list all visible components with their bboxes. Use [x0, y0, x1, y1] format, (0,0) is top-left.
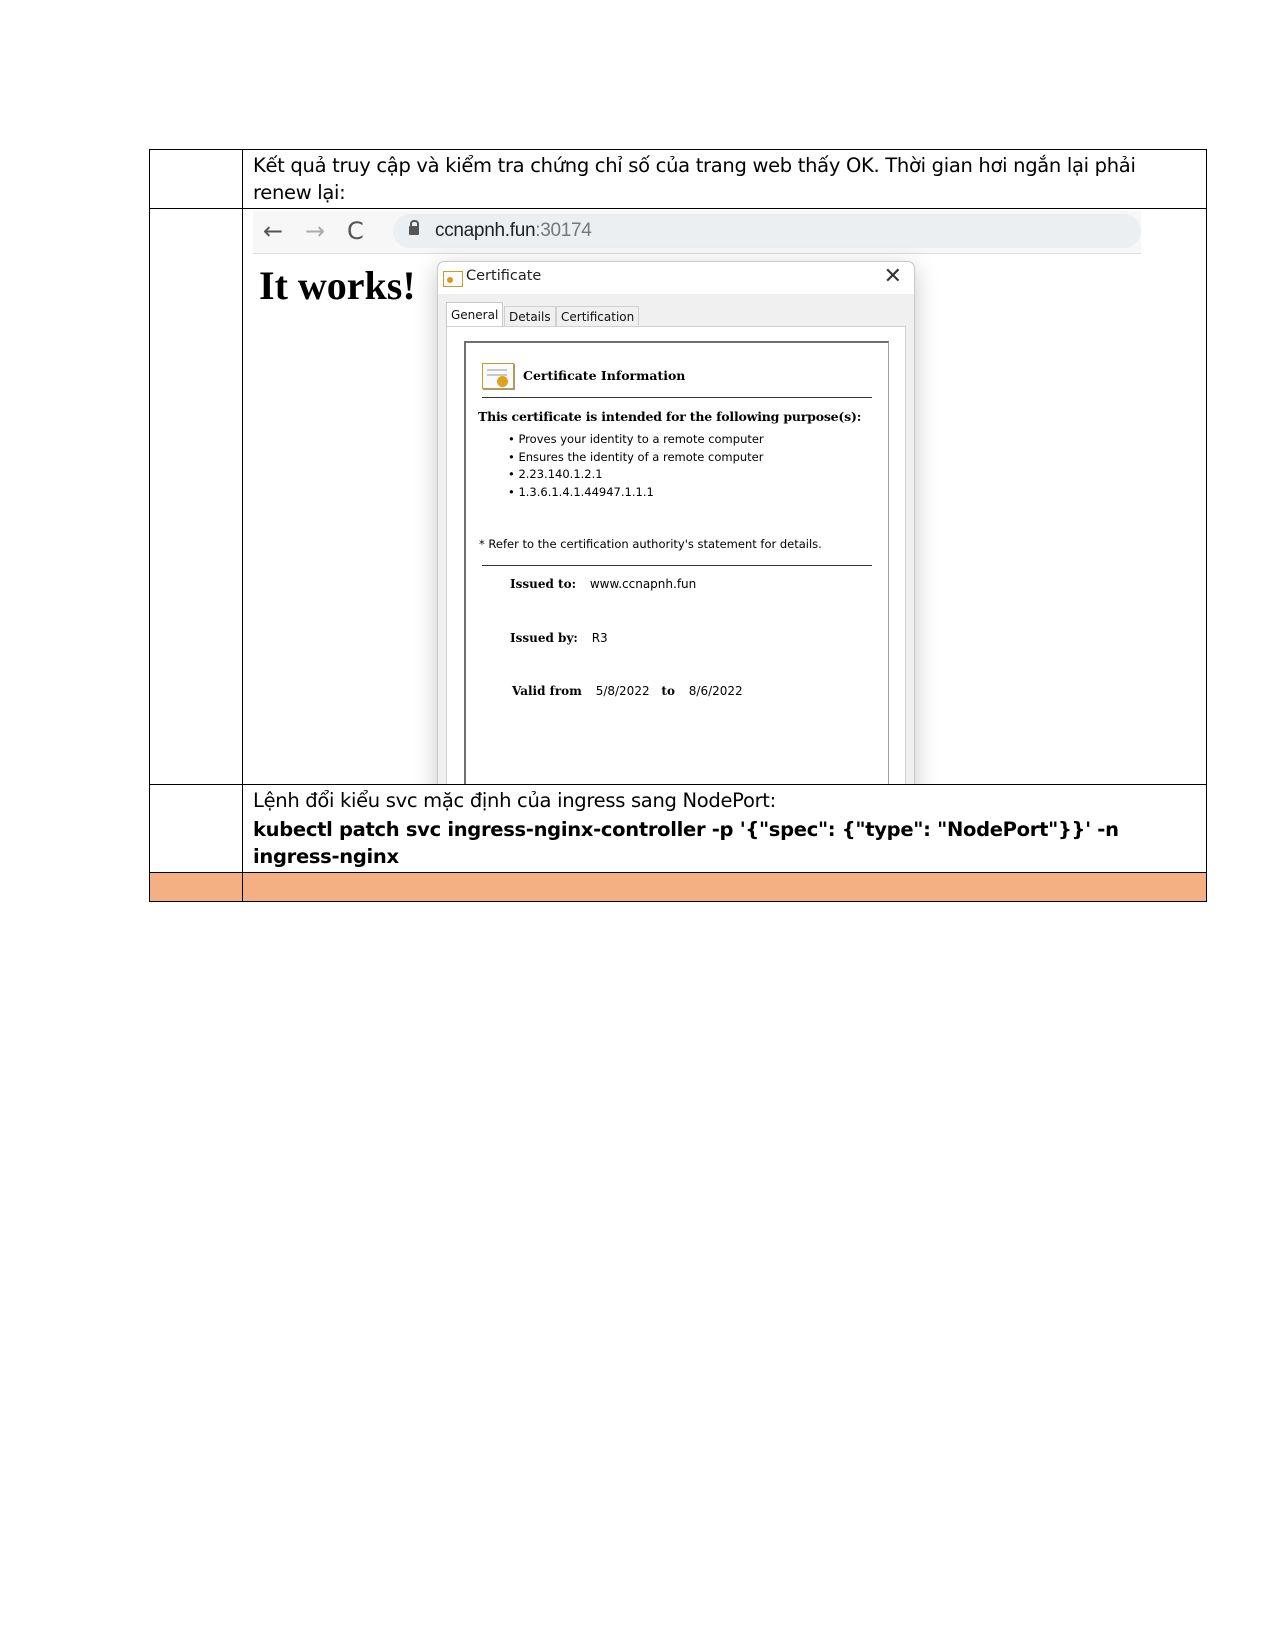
url-port: :30174 — [535, 220, 592, 241]
table-row: Kết quả truy cập và kiểm tra chứng chỉ s… — [149, 149, 1207, 209]
dialog-title: Certificate — [466, 268, 542, 284]
text-cell: Lệnh đổi kiểu svc mặc định của ingress s… — [242, 784, 1207, 873]
url-text[interactable]: ccnapnh.fun:30174 — [435, 220, 592, 242]
certificate-info-icon — [482, 363, 514, 389]
certificate-icon — [443, 271, 463, 287]
reload-icon[interactable]: C — [347, 217, 364, 245]
table-row: Lệnh đổi kiểu svc mặc định của ingress s… — [149, 784, 1207, 873]
list-item: Proves your identity to a remote compute… — [508, 431, 763, 449]
valid-from-label: Valid from — [512, 684, 582, 698]
table-row: ← → C ccnapnh.fun:30174 It works! Certif… — [149, 208, 1207, 785]
tab-details[interactable]: Details — [504, 306, 556, 327]
back-arrow-icon[interactable]: ← — [263, 217, 283, 245]
url-host: ccnapnh.fun — [435, 220, 536, 241]
validity-field: Valid from 5/8/2022 to 8/6/2022 — [512, 684, 743, 698]
close-icon[interactable]: ✕ — [884, 264, 902, 289]
tab-general[interactable]: General — [446, 302, 504, 327]
purpose-heading: This certificate is intended for the fol… — [478, 409, 862, 424]
general-tab-panel: Certificate Information This certificate… — [446, 326, 906, 784]
refer-note: * Refer to the certification authority's… — [479, 537, 822, 551]
highlight-cell — [242, 872, 1207, 902]
text-cell: Kết quả truy cập và kiểm tra chứng chỉ s… — [242, 149, 1207, 209]
certificate-dialog: Certificate ✕ General Details Certificat… — [437, 261, 915, 784]
empty-cell — [149, 784, 243, 873]
document-table: Kết quả truy cập và kiểm tra chứng chỉ s… — [149, 149, 1207, 902]
certificate-info-title: Certificate Information — [523, 368, 686, 383]
certificate-info-box: Certificate Information This certificate… — [464, 341, 889, 784]
issued-to-label: Issued to: — [510, 577, 577, 591]
valid-from-value: 5/8/2022 — [595, 684, 650, 698]
browser-screenshot: ← → C ccnapnh.fun:30174 It works! Certif… — [243, 209, 1206, 784]
issued-by-label: Issued by: — [510, 631, 578, 645]
page-heading: It works! — [259, 263, 416, 308]
issued-to-field: Issued to: www.ccnapnh.fun — [510, 577, 696, 591]
browser-toolbar: ← → C ccnapnh.fun:30174 — [253, 211, 1141, 254]
issued-by-value: R3 — [591, 631, 608, 645]
list-item: 2.23.140.1.2.1 — [508, 466, 764, 484]
address-bar[interactable]: ccnapnh.fun:30174 — [393, 214, 1141, 248]
result-paragraph: Kết quả truy cập và kiểm tra chứng chỉ s… — [253, 154, 1136, 204]
valid-to-value: 8/6/2022 — [688, 684, 743, 698]
tab-certification-path[interactable]: Certification Path — [556, 306, 640, 344]
highlight-cell — [149, 872, 243, 902]
empty-cell — [149, 208, 243, 785]
issued-to-value: www.ccnapnh.fun — [589, 577, 697, 591]
command-text: kubectl patch svc ingress-nginx-controll… — [253, 818, 1119, 868]
issued-by-field: Issued by: R3 — [510, 631, 608, 645]
purpose-list: Proves your identity to a remote compute… — [508, 431, 764, 502]
empty-cell — [149, 149, 243, 209]
list-item: 1.3.6.1.4.1.44947.1.1.1 — [508, 484, 764, 502]
divider — [482, 565, 872, 566]
list-item: Ensures the identity of a remote compute… — [508, 449, 764, 467]
divider — [482, 397, 872, 398]
dialog-titlebar: Certificate ✕ — [438, 262, 914, 294]
command-description: Lệnh đổi kiểu svc mặc định của ingress s… — [253, 789, 776, 812]
forward-arrow-icon[interactable]: → — [305, 217, 325, 245]
screenshot-cell: ← → C ccnapnh.fun:30174 It works! Certif… — [242, 208, 1207, 785]
valid-to-label: to — [661, 684, 675, 698]
table-row — [149, 872, 1207, 902]
lock-icon[interactable] — [409, 220, 419, 235]
